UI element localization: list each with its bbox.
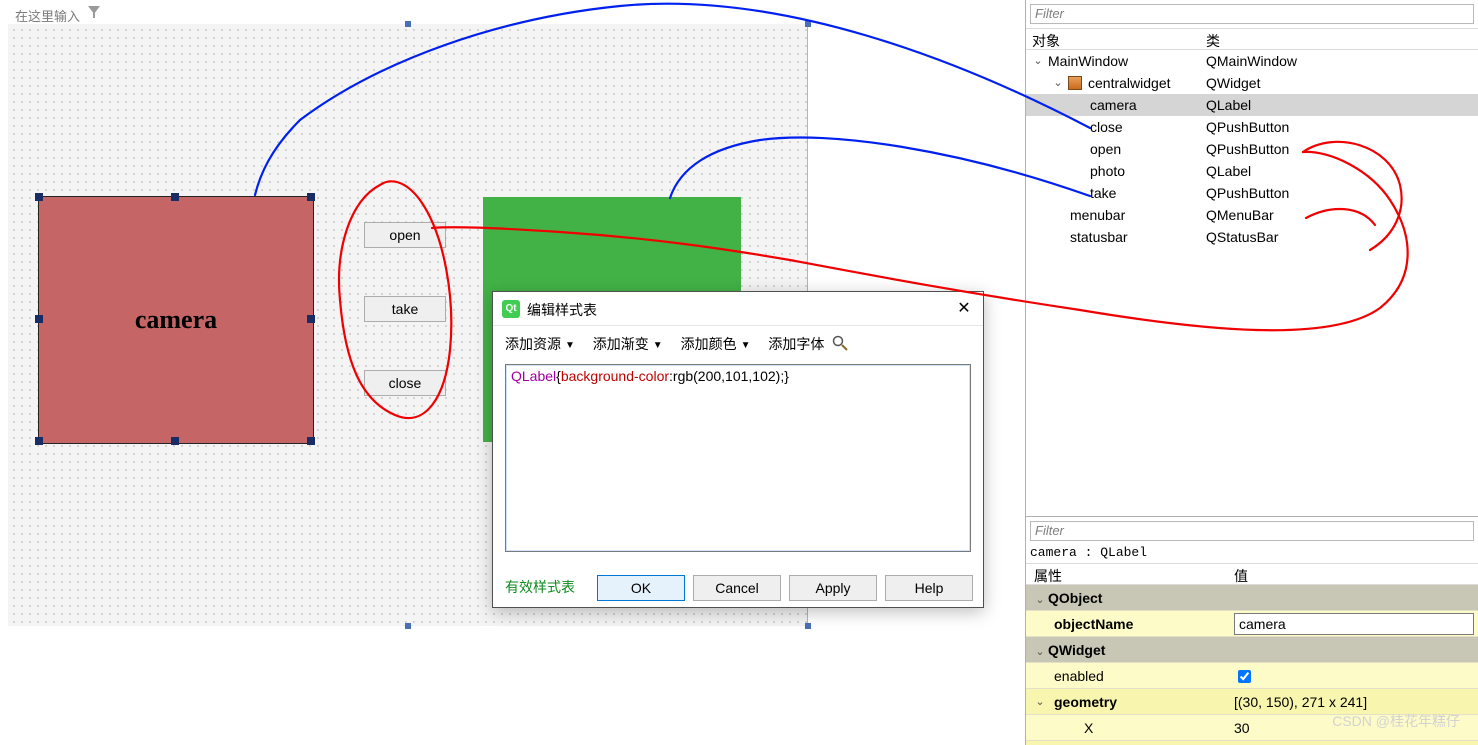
dialog-title: 编辑样式表 (527, 300, 597, 320)
watermark: CSDN @桂花年糕仔 (1332, 711, 1460, 731)
close-button[interactable]: close (364, 370, 446, 396)
property-object-label: camera : QLabel (1030, 545, 1147, 560)
object-header-class: 类 (1206, 31, 1220, 51)
right-dock: Filter 对象 类 ⌄MainWindowQMainWindow⌄centr… (1025, 0, 1478, 745)
property-row-y[interactable]: Y 150 (1026, 741, 1478, 745)
object-tree-header: 对象 类 (1026, 28, 1478, 50)
object-name: open (1090, 138, 1121, 160)
object-tree-row[interactable]: open QPushButton (1026, 138, 1478, 160)
object-tree-row[interactable]: photo QLabel (1026, 160, 1478, 182)
widget-icon (1068, 76, 1082, 90)
add-gradient-menu[interactable]: 添加渐变 (593, 334, 649, 354)
chevron-down-icon[interactable]: ⌄ (1032, 50, 1044, 72)
camera-widget-text: camera (39, 197, 313, 443)
object-name: close (1090, 116, 1123, 138)
open-button-label: open (389, 227, 420, 243)
property-header: 属性 值 (1026, 563, 1478, 585)
object-filter-input[interactable]: Filter (1030, 4, 1474, 24)
object-name: centralwidget (1088, 72, 1171, 94)
open-button[interactable]: open (364, 222, 446, 248)
chevron-down-icon: ⌄ (1034, 689, 1046, 715)
object-class: QPushButton (1206, 182, 1289, 204)
property-filter-input[interactable]: Filter (1030, 521, 1474, 541)
add-font-menu[interactable]: 添加字体 (768, 334, 824, 354)
object-tree-row[interactable]: take QPushButton (1026, 182, 1478, 204)
chevron-down-icon[interactable]: ▼ (565, 340, 575, 351)
apply-button[interactable]: Apply (789, 575, 877, 601)
object-class: QWidget (1206, 72, 1260, 94)
chevron-down-icon[interactable]: ▼ (653, 340, 663, 351)
object-class: QPushButton (1206, 138, 1289, 160)
input-hint-label: 在这里输入 (15, 6, 80, 25)
object-tree-row[interactable]: statusbar QStatusBar (1026, 226, 1478, 248)
property-row-objectname[interactable]: objectName (1026, 611, 1478, 637)
add-color-menu[interactable]: 添加颜色 (681, 334, 737, 354)
y-value: 150 (1234, 741, 1474, 745)
object-name: MainWindow (1048, 50, 1128, 72)
object-tree-row[interactable]: camera QLabel (1026, 94, 1478, 116)
take-button[interactable]: take (364, 296, 446, 322)
object-class: QPushButton (1206, 116, 1289, 138)
add-resource-menu[interactable]: 添加资源 (505, 334, 561, 354)
chevron-down-icon[interactable]: ⌄ (1052, 72, 1064, 94)
chevron-down-icon: ⌄ (1034, 587, 1046, 613)
qt-icon: Qt (502, 300, 520, 318)
valid-stylesheet-label: 有效样式表 (505, 577, 575, 597)
object-name: take (1090, 182, 1116, 204)
property-group-qwidget[interactable]: ⌄ QWidget (1026, 637, 1478, 663)
enabled-checkbox[interactable] (1238, 670, 1251, 683)
camera-widget[interactable]: camera (38, 196, 314, 444)
object-name: camera (1090, 94, 1137, 116)
dialog-titlebar[interactable]: Qt 编辑样式表 ✕ (493, 292, 983, 326)
object-tree-row[interactable]: menubar QMenuBar (1026, 204, 1478, 226)
object-class: QLabel (1206, 160, 1251, 182)
css-property: background-color (561, 368, 669, 384)
property-header-val: 值 (1234, 566, 1248, 586)
object-class: QMenuBar (1206, 204, 1274, 226)
dialog-toolbar: 添加资源 ▼ 添加渐变 ▼ 添加颜色 ▼ 添加字体 (493, 326, 983, 358)
property-row-enabled[interactable]: enabled (1026, 663, 1478, 689)
object-tree-row[interactable]: ⌄ centralwidget QWidget (1026, 72, 1478, 94)
css-value: rgb(200,101,102) (673, 368, 780, 384)
magnify-icon[interactable] (832, 335, 848, 351)
object-class: QLabel (1206, 94, 1251, 116)
close-button-label: close (389, 375, 422, 391)
edit-stylesheet-dialog: Qt 编辑样式表 ✕ 添加资源 ▼ 添加渐变 ▼ 添加颜色 ▼ 添加字体 QLabel… (492, 291, 984, 608)
cancel-button[interactable]: Cancel (693, 575, 781, 601)
css-selector: QLabel (511, 368, 556, 384)
chevron-down-icon[interactable]: ▼ (741, 340, 751, 351)
object-name: statusbar (1070, 226, 1128, 248)
help-button[interactable]: Help (885, 575, 973, 601)
objectname-input[interactable] (1234, 613, 1474, 635)
property-header-prop: 属性 (1034, 566, 1062, 586)
filter-clear-icon[interactable] (88, 5, 100, 17)
object-tree-row[interactable]: close QPushButton (1026, 116, 1478, 138)
object-name: menubar (1070, 204, 1125, 226)
ok-button[interactable]: OK (597, 575, 685, 601)
object-tree[interactable]: ⌄MainWindow QMainWindow ⌄ centralwidget QWid… (1026, 50, 1478, 248)
object-name: photo (1090, 160, 1125, 182)
chevron-down-icon: ⌄ (1034, 639, 1046, 665)
object-class: QMainWindow (1206, 50, 1297, 72)
property-group-qobject[interactable]: ⌄ QObject (1026, 585, 1478, 611)
stylesheet-textarea[interactable]: QLabel{background-color:rgb(200,101,102)… (505, 364, 971, 552)
object-header-object: 对象 (1032, 31, 1060, 51)
take-button-label: take (392, 301, 418, 317)
close-icon[interactable]: ✕ (951, 296, 977, 322)
object-tree-row[interactable]: ⌄MainWindow QMainWindow (1026, 50, 1478, 72)
object-class: QStatusBar (1206, 226, 1278, 248)
